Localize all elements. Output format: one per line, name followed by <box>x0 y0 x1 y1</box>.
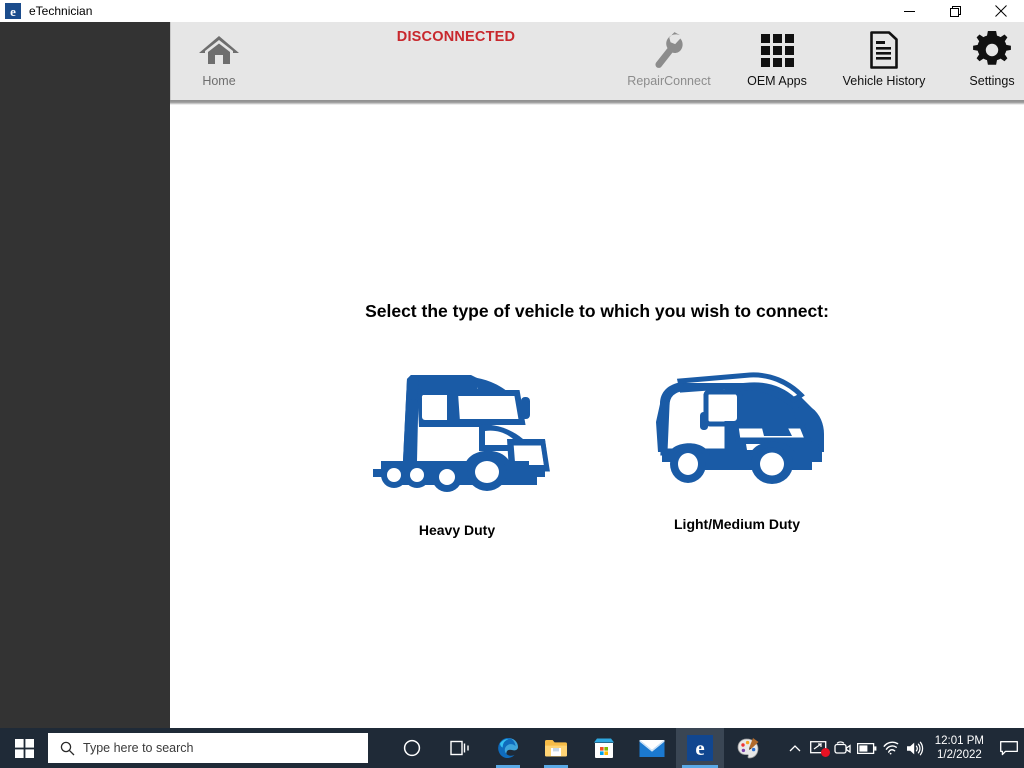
toolbar-item-vehicle-history[interactable]: Vehicle History <box>836 28 932 96</box>
task-view-icon[interactable] <box>436 728 484 768</box>
main-content: Select the type of vehicle to which you … <box>170 105 1024 728</box>
toolbar-item-oem-apps[interactable]: OEM Apps <box>729 28 825 96</box>
vehicle-type-light-medium-duty[interactable]: Light/Medium Duty <box>597 360 877 532</box>
clock-time: 12:01 PM <box>934 735 984 747</box>
file-explorer-icon[interactable] <box>532 728 580 768</box>
wrench-icon <box>652 28 686 72</box>
paint-icon[interactable] <box>724 728 772 768</box>
home-icon <box>197 28 241 72</box>
system-tray: 12:01 PM 1/2/2022 <box>783 728 1024 768</box>
minimize-button[interactable] <box>886 0 932 22</box>
microsoft-store-icon[interactable] <box>580 728 628 768</box>
restore-button[interactable] <box>932 0 978 22</box>
toolbar-item-label: Settings <box>969 74 1015 88</box>
screen: e eTechnician DISCONNECTED Home RepairCo… <box>0 0 1024 768</box>
windows-start-icon[interactable] <box>0 728 48 768</box>
webcam-icon[interactable] <box>831 728 855 768</box>
vehicle-type-label: Heavy Duty <box>418 522 496 538</box>
vehicle-type-choices: Heavy Duty Light/Medium Duty <box>170 360 1024 538</box>
remote-display-icon[interactable] <box>807 728 831 768</box>
notification-badge <box>820 748 830 757</box>
volume-icon[interactable] <box>903 728 927 768</box>
notification-center-icon[interactable] <box>994 728 1024 768</box>
search-icon <box>60 741 75 755</box>
left-dark-panel <box>0 22 170 728</box>
window-title: eTechnician <box>29 4 93 18</box>
window-controls <box>886 0 1024 22</box>
mail-icon[interactable] <box>628 728 676 768</box>
toolbar-item-home[interactable]: Home <box>171 28 267 96</box>
connection-status-badge: DISCONNECTED <box>396 29 516 45</box>
toolbar-item-label: Vehicle History <box>842 74 926 88</box>
semi-truck-icon <box>359 360 555 500</box>
toolbar-item-label: RepairConnect <box>627 74 711 88</box>
taskbar-clock[interactable]: 12:01 PM 1/2/2022 <box>927 728 994 768</box>
taskbar-apps: e <box>388 728 772 768</box>
svg-text:e: e <box>695 736 704 760</box>
grid-apps-icon <box>760 28 794 72</box>
search-placeholder: Type here to search <box>83 741 194 755</box>
toolbar-item-label: Home <box>202 74 236 88</box>
wifi-icon[interactable] <box>879 728 903 768</box>
gear-icon <box>973 28 1011 72</box>
etechnician-e-icon: e <box>5 3 21 19</box>
toolbar-item-settings[interactable]: Settings <box>944 28 1024 96</box>
toolbar-item-repairconnect[interactable]: RepairConnect <box>621 28 717 96</box>
windows-taskbar: Type here to search e 12:01 PM 1/2/2022 <box>0 728 1024 768</box>
cortana-icon[interactable] <box>388 728 436 768</box>
app-icon-glyph: e <box>10 3 16 19</box>
toolbar-item-label: OEM Apps <box>747 74 807 88</box>
window-title-bar: e eTechnician <box>0 0 1024 22</box>
cargo-van-icon <box>642 360 832 500</box>
show-hidden-icons-chevron[interactable] <box>783 728 807 768</box>
app-toolbar: DISCONNECTED Home RepairConnect OEM Apps… <box>170 22 1024 100</box>
document-lines-icon <box>869 28 899 72</box>
search-input[interactable]: Type here to search <box>48 733 368 763</box>
battery-icon[interactable] <box>855 728 879 768</box>
vehicle-type-label: Light/Medium Duty <box>674 516 800 532</box>
etechnician-icon[interactable]: e <box>676 728 724 768</box>
vehicle-type-heavy-duty[interactable]: Heavy Duty <box>317 360 597 538</box>
page-title: Select the type of vehicle to which you … <box>365 301 829 321</box>
microsoft-edge-icon[interactable] <box>484 728 532 768</box>
close-button[interactable] <box>978 0 1024 22</box>
application-area: DISCONNECTED Home RepairConnect OEM Apps… <box>170 22 1024 728</box>
clock-date: 1/2/2022 <box>937 749 982 761</box>
